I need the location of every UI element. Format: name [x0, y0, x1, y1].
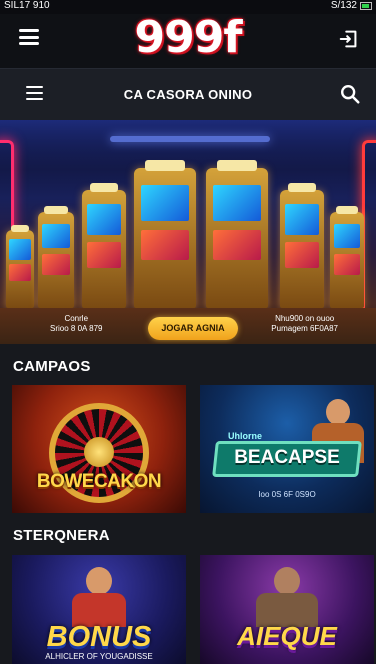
hero-right-caption-line2: Pumagem 6F0A87 — [271, 324, 338, 333]
search-icon[interactable] — [339, 83, 361, 105]
hero-left-caption-line1: Conrle — [64, 314, 89, 323]
slot-machine — [82, 182, 126, 308]
roulette-star-icon — [84, 437, 114, 467]
hero-right-caption: Nhu900 on ouoo Pumagem 6F0A87 — [271, 314, 338, 334]
status-network: S/132 — [330, 0, 357, 11]
game-card-aieque[interactable]: AIEQUE — [200, 555, 374, 664]
hero-right-caption-line1: Nhu900 on ouoo — [275, 314, 335, 323]
brand-logo[interactable]: 999f — [0, 14, 376, 62]
neon-light-right — [362, 140, 376, 320]
slot-machine — [38, 206, 74, 308]
hero-left-caption-line2: Srioo 8 0A 879 — [50, 324, 103, 333]
slot-machine — [330, 206, 364, 308]
game-card-subtitle: Ioo 0S 6F 0S9O — [258, 490, 316, 499]
game-card-label: BONUS — [46, 621, 152, 653]
battery-icon — [360, 2, 372, 10]
hero-banner[interactable]: Conrle Srioo 8 0A 879 JOGAR AGNIA Nhu900… — [0, 120, 376, 344]
hero-ceiling — [0, 120, 376, 170]
game-card-tag: Uhlorne — [228, 431, 263, 441]
slot-machine — [134, 159, 196, 308]
game-card-label: AIEQUE — [237, 621, 337, 651]
game-card-roulette[interactable]: BOWECAKON — [12, 385, 186, 513]
slot-machine — [6, 225, 34, 308]
section-title-featured: STERQNERA — [13, 527, 110, 544]
page-title: CA CASORA ONINO — [123, 87, 253, 102]
slot-machine — [206, 159, 268, 308]
section-title-campaigns: CAMPAOS — [13, 358, 91, 375]
game-card-label: BEACAPSE — [234, 447, 340, 468]
hero-left-caption: Conrle Srioo 8 0A 879 — [50, 314, 102, 334]
game-card-bonus[interactable]: BONUS ALHICLER OF YOUGADISSE — [12, 555, 186, 664]
game-card-label: BOWECAKON — [36, 471, 162, 492]
neon-light-top — [110, 136, 270, 142]
nav-bar: CA CASORA ONINO — [0, 68, 376, 120]
game-card-subtitle: ALHICLER OF YOUGADISSE — [45, 652, 153, 661]
status-time: SIL17 910 — [4, 0, 50, 11]
app-bar: 999f — [0, 14, 376, 68]
game-card-beacapse[interactable]: Uhlorne BEACAPSE Ioo 0S 6F 0S9O — [200, 385, 374, 513]
status-indicators: S/132 — [331, 0, 372, 12]
login-icon[interactable] — [338, 28, 360, 50]
play-now-button[interactable]: JOGAR AGNIA — [148, 317, 238, 340]
slot-machine — [280, 182, 324, 308]
